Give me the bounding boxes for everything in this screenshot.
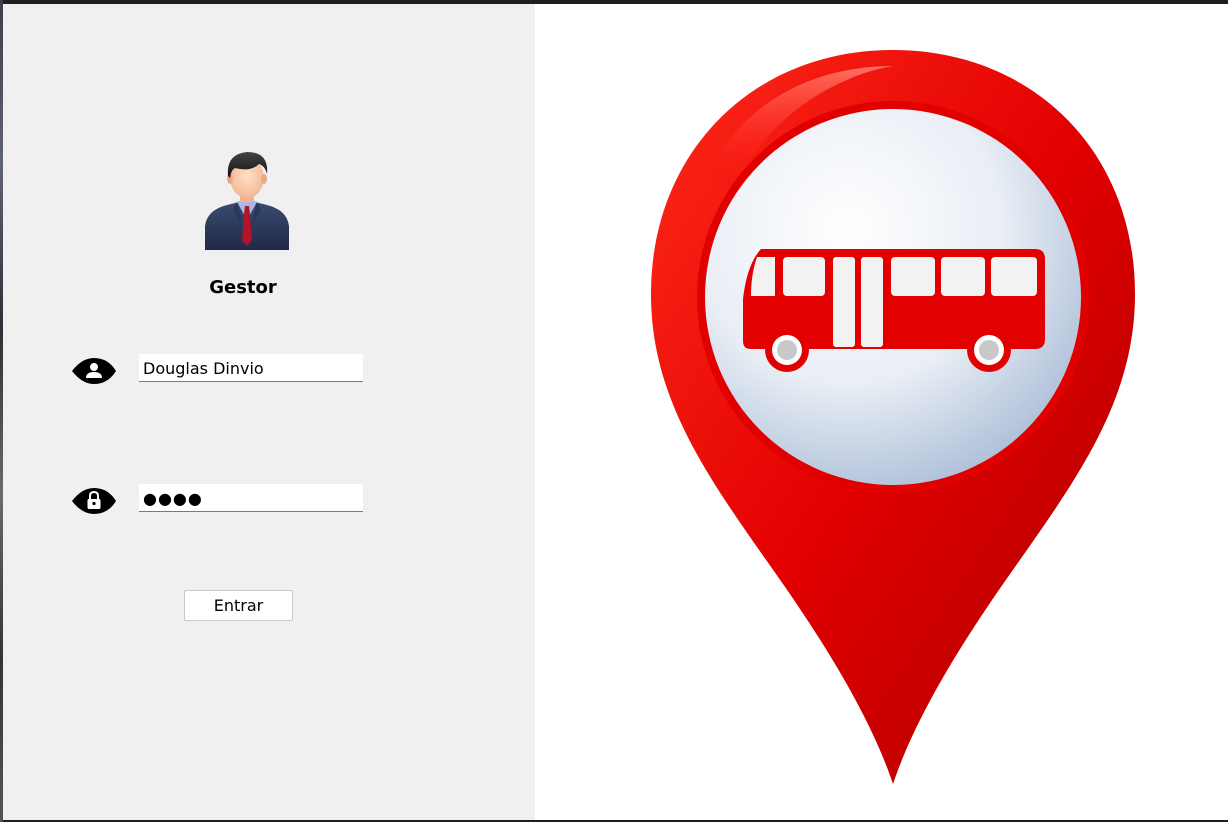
illustration-panel [535, 4, 1228, 820]
bus-location-pin-icon [651, 50, 1135, 784]
lock-icon [72, 488, 116, 514]
role-title: Gestor [209, 277, 277, 298]
password-field[interactable]: ●●●● [139, 484, 363, 512]
login-button[interactable]: Entrar [184, 590, 293, 621]
user-icon [72, 358, 116, 384]
login-window: Gestor Douglas Dinvio ●●●● Entrar [3, 4, 1228, 820]
login-panel: Gestor Douglas Dinvio ●●●● Entrar [3, 4, 535, 820]
businessman-avatar-icon [205, 152, 289, 250]
username-field[interactable]: Douglas Dinvio [139, 354, 363, 382]
